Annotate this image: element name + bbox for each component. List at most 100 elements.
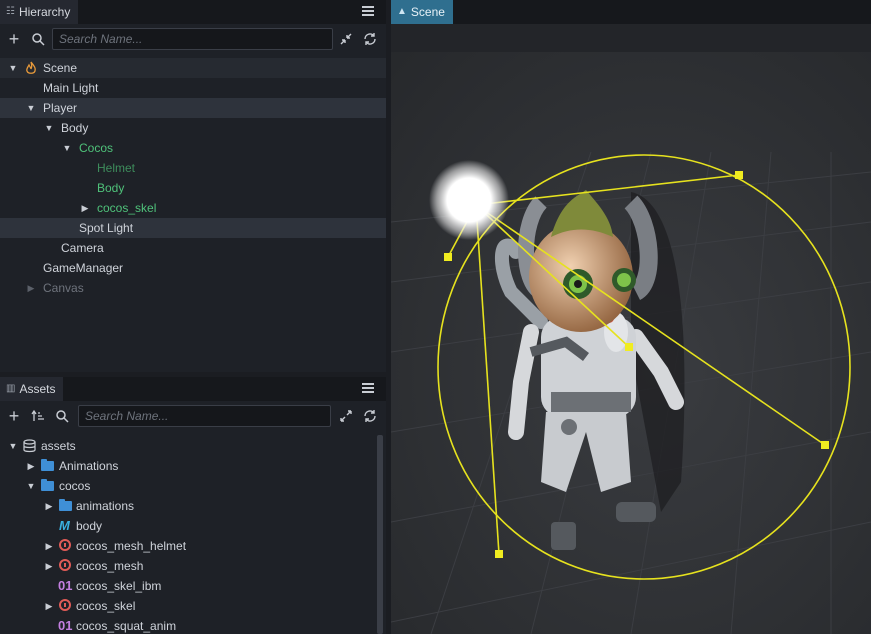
asset-item-label: animations <box>76 499 135 513</box>
hierarchy-tabbar: ☷ Hierarchy <box>0 0 386 24</box>
tree-node-label: Scene <box>43 61 78 75</box>
search-icon <box>56 410 69 423</box>
collapse-arrow-icon[interactable]: ▶ <box>80 198 90 218</box>
refresh-icon[interactable] <box>363 32 377 46</box>
tree-node-canvas[interactable]: ▶ Canvas <box>0 278 386 298</box>
tab-hierarchy[interactable]: ☷ Hierarchy <box>0 0 79 24</box>
expand-arrow-icon[interactable]: ▼ <box>44 118 54 138</box>
asset-item-cocos-skel[interactable]: ▶ cocos_skel <box>0 596 386 616</box>
tree-node-camera[interactable]: Camera <box>0 238 386 258</box>
asset-item-animations-subfolder[interactable]: ▶ animations <box>0 496 386 516</box>
asset-item-cocos-skel-ibm[interactable]: 01 cocos_skel_ibm <box>0 576 386 596</box>
tree-node-label: GameManager <box>43 261 124 275</box>
hierarchy-toolbar: + <box>0 24 386 55</box>
tab-assets-label: Assets <box>19 382 56 396</box>
asset-item-label: cocos_mesh <box>76 559 144 573</box>
scene-flame-icon <box>26 61 36 74</box>
prefab-icon <box>59 599 71 611</box>
scene-icon: ▲ <box>397 6 407 17</box>
expand-arrow-icon[interactable]: ▼ <box>26 98 36 118</box>
tree-node-label: Canvas <box>43 281 84 295</box>
folder-icon <box>41 459 54 471</box>
prefab-icon <box>59 559 71 571</box>
collapse-arrow-icon[interactable]: ▶ <box>26 456 36 476</box>
asset-item-cocos-mesh[interactable]: ▶ cocos_mesh <box>0 556 386 576</box>
tree-node-spot-light[interactable]: Spot Light <box>0 218 386 238</box>
tree-node-player[interactable]: ▼ Player <box>0 98 386 118</box>
tree-node-main-light[interactable]: Main Light <box>0 78 386 98</box>
asset-item-label: cocos_mesh_helmet <box>76 539 187 553</box>
tree-node-scene[interactable]: ▼ Scene <box>0 58 386 78</box>
asset-item-cocos-mesh-helmet[interactable]: ▶ cocos_mesh_helmet <box>0 536 386 556</box>
scene-toolbar <box>391 24 871 52</box>
asset-item-label: body <box>76 519 103 533</box>
assets-menu-icon[interactable] <box>362 381 374 395</box>
tree-node-label: Body <box>61 121 89 135</box>
scene-tabbar: ▲ Scene <box>391 0 871 24</box>
tree-node-cocos[interactable]: ▼ Cocos <box>0 138 386 158</box>
collapse-icon[interactable] <box>339 32 353 46</box>
expand-arrow-icon[interactable]: ▼ <box>8 436 18 456</box>
tab-assets[interactable]: ▥ Assets <box>0 377 64 401</box>
asset-item-label: assets <box>41 439 76 453</box>
expand-arrow-icon[interactable]: ▼ <box>62 138 72 158</box>
prefab-icon <box>59 539 71 551</box>
expand-arrow-icon[interactable]: ▼ <box>26 476 36 496</box>
asset-item-label: cocos_skel <box>76 599 136 613</box>
folder-icon <box>59 499 72 511</box>
tree-node-label: cocos_skel <box>97 201 157 215</box>
add-node-icon[interactable]: + <box>6 30 22 48</box>
asset-item-animations-folder[interactable]: ▶ Animations <box>0 456 386 476</box>
tab-hierarchy-label: Hierarchy <box>18 5 71 19</box>
asset-item-cocos-folder[interactable]: ▼ cocos <box>0 476 386 496</box>
tree-node-gamemanager[interactable]: GameManager <box>0 258 386 278</box>
tree-node-label: Player <box>43 101 78 115</box>
assets-toolbar: + <box>0 401 386 432</box>
collapse-arrow-icon[interactable]: ▶ <box>44 496 54 516</box>
tree-node-helmet[interactable]: Helmet <box>0 158 386 178</box>
hierarchy-icon: ☷ <box>6 6 15 17</box>
tree-node-body-mesh[interactable]: Body <box>0 178 386 198</box>
asset-item-label: Animations <box>59 459 119 473</box>
collapse-arrow-icon[interactable]: ▶ <box>44 556 54 576</box>
folder-icon <box>41 479 54 491</box>
assets-search-input[interactable] <box>78 405 331 427</box>
asset-item-label: cocos_skel_ibm <box>76 579 162 593</box>
scene-panel: ▲ Scene <box>391 0 871 634</box>
hierarchy-menu-icon[interactable] <box>362 4 374 18</box>
search-icon <box>32 33 45 46</box>
tree-node-label: Spot Light <box>79 221 134 235</box>
mesh-icon: M <box>59 518 70 533</box>
asset-item-label: cocos <box>59 479 91 493</box>
trash-icon: ▥ <box>6 383 16 394</box>
assets-tabbar: ▥ Assets <box>0 377 386 401</box>
tree-node-label: Main Light <box>43 81 99 95</box>
binary-icon: 01 <box>58 618 73 633</box>
collapse-arrow-icon[interactable]: ▶ <box>44 596 54 616</box>
asset-item-assets[interactable]: ▼ assets <box>0 436 386 456</box>
asset-item-cocos-squat-anim[interactable]: 01 cocos_squat_anim <box>0 616 386 634</box>
add-asset-icon[interactable]: + <box>6 407 22 425</box>
asset-item-label: cocos_squat_anim <box>76 619 177 633</box>
collapse-arrow-icon[interactable]: ▶ <box>26 278 36 298</box>
scene-viewport[interactable] <box>391 52 871 634</box>
tree-node-cocos-skel[interactable]: ▶ cocos_skel <box>0 198 386 218</box>
hierarchy-search-input[interactable] <box>52 28 333 50</box>
assets-panel: ▥ Assets + ▼ assets ▶ Animations ▼ cocos… <box>0 377 386 634</box>
expand-arrow-icon[interactable]: ▼ <box>8 58 18 78</box>
tree-node-label: Camera <box>61 241 104 255</box>
tree-node-label: Body <box>97 181 125 195</box>
collapse-arrow-icon[interactable]: ▶ <box>44 536 54 556</box>
tab-scene-label: Scene <box>410 5 445 19</box>
expand-all-icon[interactable] <box>339 409 353 423</box>
tree-node-label: Cocos <box>79 141 114 155</box>
database-icon <box>23 439 36 453</box>
tab-scene[interactable]: ▲ Scene <box>391 0 453 24</box>
hierarchy-panel: ☷ Hierarchy + ▼ Scene Main Light ▼ Playe… <box>0 0 386 372</box>
asset-item-body[interactable]: M body <box>0 516 386 536</box>
sort-icon[interactable] <box>31 409 45 423</box>
light-sphere-icon <box>429 160 509 240</box>
refresh-icon[interactable] <box>363 409 377 423</box>
tree-node-body[interactable]: ▼ Body <box>0 118 386 138</box>
tree-node-label: Helmet <box>97 161 136 175</box>
